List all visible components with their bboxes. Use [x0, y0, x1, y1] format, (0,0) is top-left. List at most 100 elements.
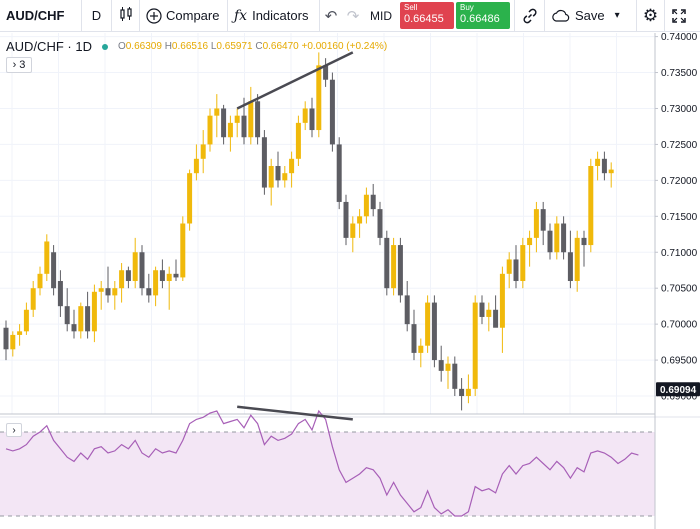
- symbol-search[interactable]: AUD/CHF: [0, 0, 82, 32]
- candle-down: [241, 115, 247, 138]
- open-key: O: [117, 41, 126, 52]
- candle-down: [561, 223, 567, 253]
- candle-down: [3, 327, 9, 350]
- candle-up: [289, 158, 295, 174]
- candle-down: [343, 201, 349, 238]
- sell-button[interactable]: Sell 0.66455: [400, 2, 454, 29]
- candle-up: [268, 165, 274, 188]
- undo-icon: ↶: [324, 7, 338, 25]
- rsi-pane[interactable]: [0, 405, 656, 529]
- candle-up: [200, 144, 206, 159]
- price-grid: [0, 33, 700, 418]
- candle-up: [554, 223, 560, 253]
- price-axis[interactable]: 0.74000 0.73500 0.73000 0.72500 0.72000 0.715…: [654, 33, 700, 417]
- candle-down: [309, 108, 315, 131]
- cloud-icon: [551, 9, 571, 23]
- trendlines[interactable]: [236, 51, 354, 110]
- candle-up: [418, 345, 424, 353]
- candle-down: [71, 324, 77, 332]
- indicator-collapse-button[interactable]: › 3: [6, 57, 32, 73]
- price-tick-label: 0.74000: [661, 33, 698, 43]
- sell-label: Sell: [404, 3, 418, 12]
- candle-up: [533, 209, 539, 238]
- compare-label: Compare: [166, 8, 220, 23]
- interval-button[interactable]: D: [82, 0, 112, 32]
- compare-button[interactable]: Compare: [140, 0, 228, 32]
- collapse-count: 3: [19, 59, 26, 71]
- redo-icon: ↷: [346, 7, 360, 25]
- buy-label: Buy: [460, 3, 474, 12]
- close-value: 0.66470: [262, 41, 299, 52]
- candle-up: [30, 288, 36, 310]
- candle-down: [51, 252, 57, 289]
- price-tick-label: 0.73000: [661, 104, 698, 115]
- candle-down: [221, 108, 227, 138]
- candle-up: [153, 270, 159, 296]
- candle-up: [119, 270, 125, 289]
- price-tick-label: 0.70000: [661, 320, 698, 331]
- candle-up: [166, 273, 172, 282]
- candle-down: [438, 360, 444, 371]
- redo-button[interactable]: ↷: [342, 0, 364, 32]
- candle-up: [357, 216, 363, 224]
- candle-up: [17, 331, 23, 335]
- close-key: C: [255, 41, 263, 52]
- mid-text: MID: [370, 8, 392, 23]
- candle-down: [173, 273, 179, 278]
- candles-icon: [118, 6, 134, 25]
- link-button[interactable]: [515, 0, 545, 32]
- chevron-right-icon: ›: [12, 424, 16, 436]
- candle-up: [98, 288, 104, 292]
- chevron-down-icon: ▾: [614, 10, 620, 21]
- candle-up: [187, 173, 193, 224]
- candle-up: [595, 158, 601, 166]
- gear-icon: ⚙: [642, 5, 659, 25]
- candle-down: [493, 309, 499, 328]
- candle-up: [37, 273, 43, 289]
- buy-price: 0.66486: [460, 12, 500, 25]
- candle-up: [282, 173, 288, 181]
- last-price-label: 0.69094: [660, 385, 697, 396]
- candle-down: [479, 302, 485, 317]
- indicators-button[interactable]: ƒx Indicators: [228, 0, 320, 32]
- symbol-label: AUD/CHF: [6, 8, 65, 23]
- candle-up: [472, 302, 478, 389]
- candle-up: [316, 65, 322, 131]
- buy-button[interactable]: Buy 0.66486: [456, 2, 510, 29]
- interval-label: D: [91, 8, 102, 23]
- chevron-right-icon: ›: [12, 59, 17, 71]
- candle-up: [132, 252, 138, 282]
- chart-type-button[interactable]: [112, 0, 140, 32]
- price-tick-label: 0.70500: [661, 284, 698, 295]
- candle-up: [302, 108, 308, 123]
- candles-series: [3, 52, 614, 411]
- settings-button[interactable]: ⚙: [637, 0, 665, 32]
- candle-down: [57, 281, 63, 307]
- candle-down: [411, 324, 417, 353]
- candle-down: [459, 388, 465, 397]
- save-button[interactable]: Save ▾: [545, 0, 637, 32]
- candle-down: [384, 237, 390, 289]
- rsi-toggle-button[interactable]: ›: [6, 423, 22, 437]
- change-value: +0.00160 (+0.24%): [301, 41, 388, 52]
- candle-up: [112, 288, 118, 296]
- price-tick-label: 0.72000: [661, 176, 698, 187]
- low-value: 0.65971: [216, 41, 253, 52]
- high-value: 0.66516: [171, 41, 209, 52]
- price-tick-label: 0.72500: [661, 140, 698, 151]
- undo-button[interactable]: ↶: [320, 0, 342, 32]
- fullscreen-button[interactable]: [665, 0, 693, 32]
- save-label: Save: [575, 8, 605, 23]
- candle-up: [227, 122, 233, 138]
- candle-down: [370, 194, 376, 210]
- candle-up: [214, 108, 220, 116]
- candle-down: [329, 79, 335, 145]
- candle-up: [91, 291, 97, 332]
- candle-down: [547, 230, 553, 253]
- candle-up: [207, 115, 213, 145]
- candle-down: [513, 259, 519, 282]
- rsi-band: [0, 432, 655, 516]
- candle-up: [350, 223, 356, 238]
- candle-up: [445, 363, 451, 371]
- chart-canvas[interactable]: 0.74000 0.73500 0.73000 0.72500 0.72000 0.715…: [0, 33, 700, 529]
